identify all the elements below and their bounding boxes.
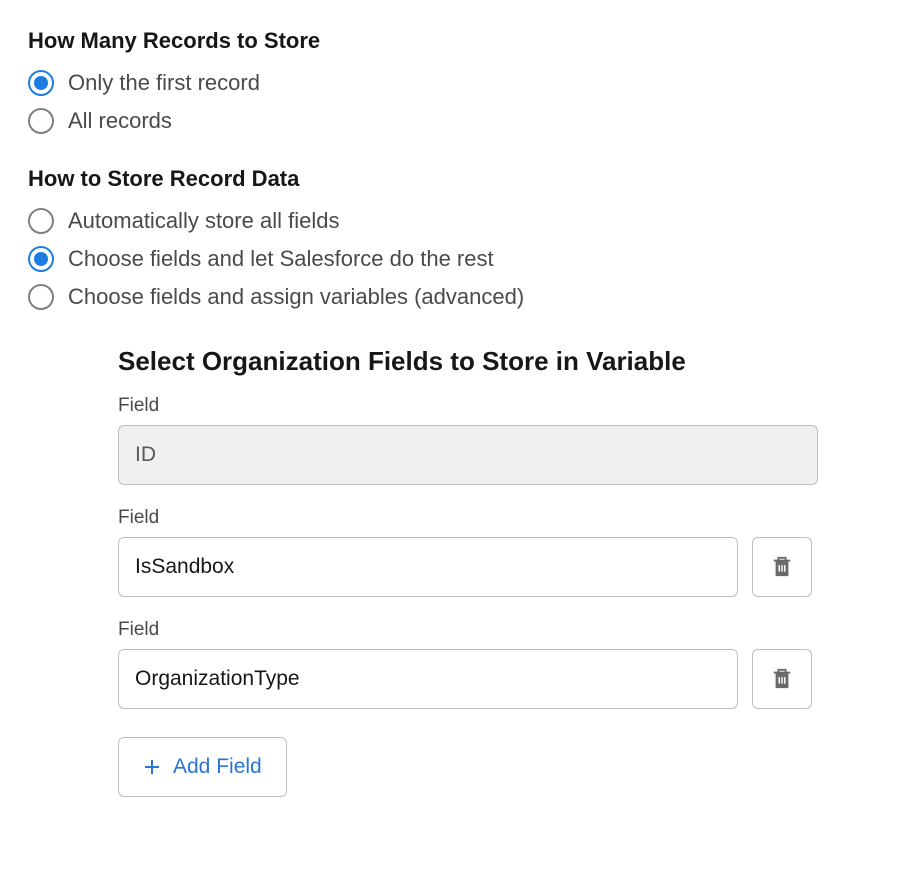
field-label: Field	[118, 395, 878, 417]
fields-section: Select Organization Fields to Store in V…	[118, 346, 878, 797]
field-block-id: Field ID	[118, 395, 878, 485]
radio-icon	[28, 284, 54, 310]
radio-label: Choose fields and let Salesforce do the …	[68, 246, 494, 272]
field-block-issandbox: Field IsSandbox	[118, 507, 878, 597]
storage-mode-heading: How to Store Record Data	[28, 166, 878, 192]
records-count-heading: How Many Records to Store	[28, 28, 878, 54]
field-input-issandbox[interactable]: IsSandbox	[118, 537, 738, 597]
radio-choose-fields-salesforce[interactable]: Choose fields and let Salesforce do the …	[28, 240, 878, 278]
delete-field-button[interactable]	[752, 537, 812, 597]
radio-label: All records	[68, 108, 172, 134]
trash-icon	[771, 555, 793, 579]
radio-choose-fields-advanced[interactable]: Choose fields and assign variables (adva…	[28, 278, 878, 316]
fields-section-heading: Select Organization Fields to Store in V…	[118, 346, 878, 377]
radio-label: Automatically store all fields	[68, 208, 339, 234]
plus-icon	[143, 758, 161, 776]
radio-all-records[interactable]: All records	[28, 102, 878, 140]
radio-auto-store-all[interactable]: Automatically store all fields	[28, 202, 878, 240]
radio-icon	[28, 70, 54, 96]
records-count-radio-group: Only the first record All records	[28, 64, 878, 140]
field-input-organizationtype[interactable]: OrganizationType	[118, 649, 738, 709]
radio-icon	[28, 208, 54, 234]
storage-mode-radio-group: Automatically store all fields Choose fi…	[28, 202, 878, 316]
radio-icon	[28, 246, 54, 272]
field-label: Field	[118, 507, 878, 529]
radio-icon	[28, 108, 54, 134]
field-block-organizationtype: Field OrganizationType	[118, 619, 878, 709]
field-label: Field	[118, 619, 878, 641]
add-field-label: Add Field	[173, 755, 262, 779]
add-field-button[interactable]: Add Field	[118, 737, 287, 797]
radio-only-first-record[interactable]: Only the first record	[28, 64, 878, 102]
radio-label: Choose fields and assign variables (adva…	[68, 284, 524, 310]
radio-label: Only the first record	[68, 70, 260, 96]
field-input-id: ID	[118, 425, 818, 485]
delete-field-button[interactable]	[752, 649, 812, 709]
trash-icon	[771, 667, 793, 691]
